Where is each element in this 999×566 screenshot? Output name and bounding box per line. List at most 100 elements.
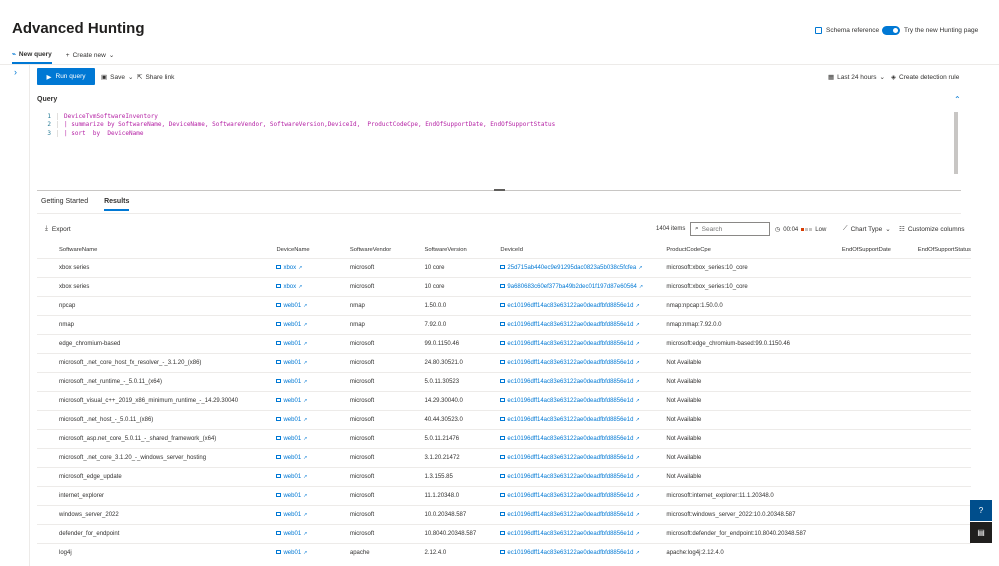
open-external-icon[interactable]: ↗ [298, 265, 302, 271]
share-link-button[interactable]: ⇱ Share link [137, 73, 174, 82]
device-name-link[interactable]: web01 ↗ [254, 542, 328, 562]
open-external-icon[interactable]: ↗ [303, 455, 307, 461]
device-id-link[interactable]: ec10196dff14ac83e63122ae0deadfbfd8856e1d… [478, 390, 645, 410]
device-id-link[interactable]: ec10196dff14ac83e63122ae0deadfbfd8856e1d… [478, 409, 645, 429]
device-name-link[interactable]: web01 ↗ [254, 447, 328, 467]
table-row[interactable]: microsoft_asp.net_core_5.0.11_-_shared_f… [37, 428, 971, 448]
open-external-icon[interactable]: ↗ [635, 341, 639, 347]
table-row[interactable]: microsoft_.net_runtime_-_5.0.11_(x64) web… [37, 371, 971, 391]
device-id-link[interactable]: ec10196dff14ac83e63122ae0deadfbfd8856e1d… [478, 314, 645, 334]
open-external-icon[interactable]: ↗ [638, 265, 642, 271]
column-header[interactable]: EndOfSupportStatus [896, 242, 971, 258]
tab-getting-started[interactable]: Getting Started [41, 198, 88, 211]
column-header[interactable]: EndOfSupportDate [820, 242, 896, 258]
table-row[interactable]: log4j web01 ↗ apache 2.12.4.0 ec10196dff14ac8… [37, 542, 971, 562]
open-external-icon[interactable]: ↗ [303, 512, 307, 518]
table-row[interactable]: xbox series xbox ↗ microsoft 10 core 9a680683… [37, 276, 971, 296]
run-query-button[interactable]: ▶ Run query [37, 68, 95, 85]
time-range-dropdown[interactable]: ▦ Last 24 hours ⌄ [828, 73, 885, 82]
open-external-icon[interactable]: ↗ [303, 379, 307, 385]
device-id-link[interactable]: ec10196dff14ac83e63122ae0deadfbfd8856e1d… [478, 504, 645, 524]
schema-reference-button[interactable]: Schema reference [815, 27, 879, 34]
column-header[interactable]: ProductCodeCpe [644, 242, 820, 258]
device-id-link[interactable]: 25d715ab440ec9e91295dac0823a5b038c5fcfea… [478, 257, 645, 277]
expand-panel-icon[interactable]: › [14, 67, 17, 77]
device-id-link[interactable]: ec10196dff14ac83e63122ae0deadfbfd8856e1d… [478, 352, 645, 372]
save-button[interactable]: ▣ Save ⌄ [101, 73, 133, 82]
export-button[interactable]: ⤓ Export [45, 225, 71, 233]
open-external-icon[interactable]: ↗ [303, 417, 307, 423]
device-name-link[interactable]: web01 ↗ [254, 352, 328, 372]
device-name-link[interactable]: web01 ↗ [254, 371, 328, 391]
device-name-link[interactable]: web01 ↗ [254, 295, 328, 315]
open-external-icon[interactable]: ↗ [635, 360, 639, 366]
device-name-link[interactable]: xbox ↗ [254, 257, 328, 277]
chevron-up-icon[interactable]: ⌃ [954, 95, 961, 104]
table-row[interactable]: microsoft_edge_update web01 ↗ microsoft 1.3.… [37, 466, 971, 486]
device-name-link[interactable]: web01 ↗ [254, 504, 328, 524]
open-external-icon[interactable]: ↗ [303, 398, 307, 404]
open-external-icon[interactable]: ↗ [635, 417, 639, 423]
device-name-link[interactable]: web01 ↗ [254, 523, 328, 543]
device-id-link[interactable]: ec10196dff14ac83e63122ae0deadfbfd8856e1d… [478, 523, 645, 543]
open-external-icon[interactable]: ↗ [635, 398, 639, 404]
device-name-link[interactable]: web01 ↗ [254, 466, 328, 486]
new-hunting-toggle[interactable] [882, 26, 900, 35]
open-external-icon[interactable]: ↗ [303, 322, 307, 328]
create-detection-rule-button[interactable]: ◈ Create detection rule [891, 73, 959, 82]
chart-type-dropdown[interactable]: ⟋ Chart Type ⌄ [843, 225, 891, 233]
tab-new-query[interactable]: ⌁ New query [12, 50, 52, 64]
table-row[interactable]: defender_for_endpoint web01 ↗ microsoft 10.8… [37, 523, 971, 543]
editor-scrollbar[interactable] [954, 112, 958, 174]
device-id-link[interactable]: 9a680683c60ef377ba49b2dec01f197d87e60564… [478, 276, 645, 296]
column-header[interactable]: DeviceId [478, 242, 644, 258]
device-name-link[interactable]: web01 ↗ [254, 409, 328, 429]
device-id-link[interactable]: ec10196dff14ac83e63122ae0deadfbfd8856e1d… [478, 466, 645, 486]
device-name-link[interactable]: web01 ↗ [254, 390, 328, 410]
table-row[interactable]: windows_server_2022 web01 ↗ microsoft 10.0.2… [37, 504, 971, 524]
open-external-icon[interactable]: ↗ [635, 493, 639, 499]
table-row[interactable]: xbox series xbox ↗ microsoft 10 core 25d715ab… [37, 257, 971, 277]
feedback-button[interactable]: ▤ [970, 522, 992, 543]
device-name-link[interactable]: web01 ↗ [254, 485, 328, 505]
search-input[interactable] [701, 225, 762, 233]
device-name-link[interactable]: web01 ↗ [254, 428, 328, 448]
customize-columns-button[interactable]: ☷ Customize columns [899, 225, 965, 234]
open-external-icon[interactable]: ↗ [635, 531, 639, 537]
table-row[interactable]: microsoft_.net_host_-_5.0.11_(x86) web01 ↗… [37, 409, 971, 429]
open-external-icon[interactable]: ↗ [303, 531, 307, 537]
device-id-link[interactable]: ec10196dff14ac83e63122ae0deadfbfd8856e1d… [478, 333, 645, 353]
open-external-icon[interactable]: ↗ [635, 322, 639, 328]
device-id-link[interactable]: ec10196dff14ac83e63122ae0deadfbfd8856e1d… [478, 371, 645, 391]
column-header[interactable]: DeviceName [254, 242, 327, 258]
open-external-icon[interactable]: ↗ [303, 360, 307, 366]
column-header[interactable]: SoftwareVendor [328, 242, 403, 258]
table-row[interactable]: microsoft_visual_c++_2019_x86_minimum_ru… [37, 390, 971, 410]
open-external-icon[interactable]: ↗ [635, 303, 639, 309]
device-id-link[interactable]: ec10196dff14ac83e63122ae0deadfbfd8856e1d… [478, 542, 645, 562]
open-external-icon[interactable]: ↗ [298, 284, 302, 290]
device-id-link[interactable]: ec10196dff14ac83e63122ae0deadfbfd8856e1d… [478, 485, 645, 505]
open-external-icon[interactable]: ↗ [303, 341, 307, 347]
table-row[interactable]: microsoft_.net_core_3.1.20_-_windows_ser… [37, 447, 971, 467]
help-button[interactable]: ? [970, 500, 992, 521]
splitter-handle[interactable] [494, 189, 505, 191]
open-external-icon[interactable]: ↗ [635, 550, 639, 556]
table-row[interactable]: nmap web01 ↗ nmap 7.92.0.0 ec10196dff14ac83e6… [37, 314, 971, 334]
device-id-link[interactable]: ec10196dff14ac83e63122ae0deadfbfd8856e1d… [478, 447, 645, 467]
device-name-link[interactable]: web01 ↗ [254, 333, 328, 353]
open-external-icon[interactable]: ↗ [303, 493, 307, 499]
open-external-icon[interactable]: ↗ [635, 512, 639, 518]
open-external-icon[interactable]: ↗ [303, 474, 307, 480]
device-id-link[interactable]: ec10196dff14ac83e63122ae0deadfbfd8856e1d… [478, 295, 645, 315]
table-row[interactable]: edge_chromium-based web01 ↗ microsoft 99.0.1… [37, 333, 971, 353]
column-header[interactable]: SoftwareName [37, 242, 254, 258]
table-row[interactable]: npcap web01 ↗ nmap 1.50.0.0 ec10196dff14ac83e… [37, 295, 971, 315]
table-row[interactable]: internet_explorer web01 ↗ microsoft 11.1.203… [37, 485, 971, 505]
open-external-icon[interactable]: ↗ [303, 303, 307, 309]
column-header[interactable]: SoftwareVersion [403, 242, 479, 258]
open-external-icon[interactable]: ↗ [303, 550, 307, 556]
query-editor[interactable]: 1 DeviceTvmSoftwareInventory 2 | summari… [37, 112, 957, 174]
open-external-icon[interactable]: ↗ [635, 436, 639, 442]
open-external-icon[interactable]: ↗ [635, 455, 639, 461]
